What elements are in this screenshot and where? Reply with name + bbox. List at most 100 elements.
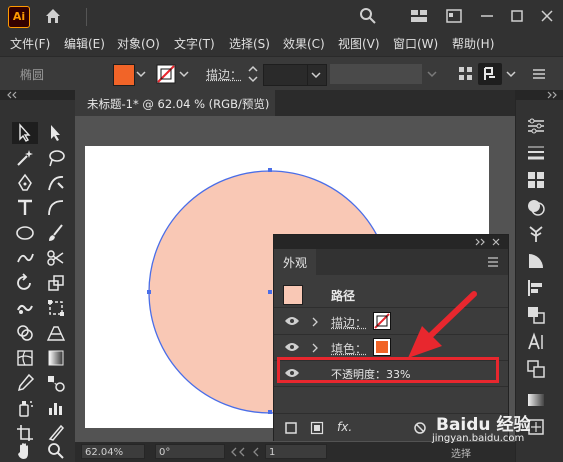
center-point[interactable] — [268, 290, 272, 294]
fill-row-label[interactable]: 填色： — [331, 340, 367, 357]
rotation-field[interactable]: 0° — [155, 444, 225, 459]
status-bar: 62.04% 0° 1 选择 — [75, 442, 515, 462]
properties-icon[interactable] — [526, 116, 546, 136]
chevron-down-icon[interactable] — [136, 69, 146, 79]
blend-tool-icon[interactable] — [46, 373, 66, 393]
home-icon[interactable] — [44, 7, 62, 25]
menu-effect[interactable]: 效果(C) — [283, 35, 325, 52]
type-tool-icon[interactable] — [15, 198, 35, 218]
paintbrush-tool-icon[interactable] — [46, 223, 66, 243]
pathfinder-icon[interactable] — [526, 305, 546, 325]
chevron-down-icon[interactable] — [427, 69, 437, 79]
menu-select[interactable]: 选择(S) — [229, 35, 270, 52]
add-stroke-icon[interactable] — [284, 421, 298, 435]
add-effect-icon[interactable]: fx. — [337, 420, 352, 434]
align-panel-icon[interactable] — [526, 278, 546, 298]
menu-edit[interactable]: 编辑(E) — [64, 35, 105, 52]
anchor-point[interactable] — [147, 290, 151, 294]
curvature-tool-icon[interactable] — [46, 173, 66, 193]
visibility-eye-icon[interactable] — [284, 316, 300, 326]
app-logo: Ai — [8, 6, 30, 28]
collapse-icon[interactable] — [6, 91, 18, 99]
menu-type[interactable]: 文字(T) — [174, 35, 215, 52]
chevron-down-icon[interactable] — [506, 69, 516, 79]
menu-file[interactable]: 文件(F) — [10, 35, 50, 52]
anchor-point[interactable] — [268, 410, 272, 414]
zoom-tool-icon[interactable] — [46, 441, 66, 461]
panel-title-strip — [274, 235, 508, 249]
stroke-none-swatch[interactable] — [373, 312, 391, 330]
layers-icon[interactable] — [526, 359, 546, 379]
scale-tool-icon[interactable] — [46, 273, 66, 293]
document-tab[interactable]: 未标题-1* @ 62.04 % (RGB/预览) — [75, 90, 275, 116]
fill-swatch-frame[interactable] — [373, 338, 391, 356]
selection-tool-icon[interactable] — [15, 123, 35, 143]
artboard-prev-icon[interactable] — [230, 447, 270, 457]
anchor-point[interactable] — [268, 168, 272, 172]
character-panel-icon[interactable] — [526, 332, 546, 352]
fill-swatch[interactable] — [113, 64, 135, 86]
close-icon[interactable] — [538, 7, 556, 25]
gradient-tool-icon[interactable] — [46, 348, 66, 368]
swatches-icon[interactable] — [526, 170, 546, 190]
panel-menu-icon[interactable] — [486, 255, 500, 269]
appearance-panel-icon[interactable] — [526, 197, 546, 217]
maximize-icon[interactable] — [508, 7, 526, 25]
menu-view[interactable]: 视图(V) — [338, 35, 380, 52]
pen-tool-icon[interactable] — [15, 173, 35, 193]
chevron-right-icon[interactable] — [311, 317, 319, 327]
artboard-tool-icon[interactable] — [15, 423, 35, 443]
collapse-icon[interactable] — [546, 91, 558, 99]
search-icon[interactable] — [359, 7, 377, 25]
stroke-row-label[interactable]: 描边： — [331, 314, 367, 331]
menu-object[interactable]: 对象(O) — [117, 35, 160, 52]
perspective-grid-tool-icon[interactable] — [46, 323, 66, 343]
close-icon[interactable] — [492, 238, 500, 246]
hand-tool-icon[interactable] — [15, 441, 35, 461]
lasso-tool-icon[interactable] — [46, 148, 66, 168]
chevron-down-icon[interactable] — [179, 69, 189, 79]
warp-tool-icon[interactable] — [15, 298, 35, 318]
eyedropper-tool-icon[interactable] — [15, 373, 35, 393]
stroke-panel-icon[interactable] — [526, 143, 546, 163]
artboard-number-field[interactable]: 1 — [265, 444, 327, 459]
menu-window[interactable]: 窗口(W) — [393, 35, 438, 52]
column-graph-tool-icon[interactable] — [46, 398, 66, 418]
item-thumbnail — [283, 285, 303, 305]
visibility-eye-icon[interactable] — [284, 342, 300, 352]
ellipse-tool-icon[interactable] — [15, 223, 35, 243]
symbols-icon[interactable] — [526, 224, 546, 244]
variable-width-profile[interactable] — [330, 64, 422, 84]
title-bar: Ai — [0, 0, 563, 32]
stroke-none-swatch[interactable] — [156, 64, 176, 84]
scissors-tool-icon[interactable] — [46, 248, 66, 268]
panel-menu-icon[interactable] — [531, 66, 547, 82]
arc-tool-icon[interactable] — [46, 198, 66, 218]
zoom-field[interactable]: 62.04% — [81, 444, 145, 459]
stroke-label[interactable]: 描边： — [206, 66, 242, 83]
symbol-sprayer-tool-icon[interactable] — [15, 398, 35, 418]
collapse-icon[interactable] — [474, 238, 486, 246]
menu-help[interactable]: 帮助(H) — [452, 35, 494, 52]
free-transform-tool-icon[interactable] — [46, 298, 66, 318]
shape-builder-tool-icon[interactable] — [15, 323, 35, 343]
rotate-tool-icon[interactable] — [15, 273, 35, 293]
shaper-tool-icon[interactable] — [15, 248, 35, 268]
chevron-right-icon[interactable] — [311, 343, 319, 353]
transparency-icon[interactable] — [526, 251, 546, 271]
direct-selection-tool-icon[interactable] — [46, 123, 66, 143]
gradient-panel-icon[interactable] — [526, 390, 546, 410]
arrange-documents-icon[interactable] — [410, 7, 428, 25]
add-fill-icon[interactable] — [310, 421, 324, 435]
slice-tool-icon[interactable] — [46, 423, 66, 443]
mesh-tool-icon[interactable] — [15, 348, 35, 368]
stroke-weight-input[interactable] — [263, 64, 309, 86]
minimize-icon[interactable] — [478, 7, 496, 25]
align-icon[interactable] — [457, 65, 475, 83]
stepper-icon[interactable] — [247, 64, 259, 84]
chevron-down-icon[interactable] — [311, 70, 321, 80]
magic-wand-tool-icon[interactable] — [15, 148, 35, 168]
tab-appearance[interactable]: 外观 — [274, 249, 316, 275]
clear-appearance-icon[interactable] — [413, 421, 427, 435]
workspace-icon[interactable] — [445, 7, 463, 25]
